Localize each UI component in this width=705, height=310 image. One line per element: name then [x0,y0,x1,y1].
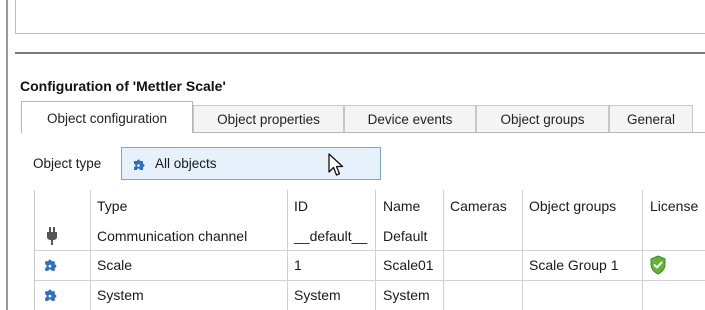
tab-bar: Object configuration Object properties D… [21,101,705,133]
left-border-line [6,0,8,310]
mouse-cursor-icon [328,153,344,176]
grid-row-divider [35,250,705,251]
row-type-scale[interactable]: Scale [97,257,132,273]
tab-general[interactable]: General [609,105,693,132]
top-panel [15,0,705,34]
column-header-name[interactable]: Name [383,198,420,214]
tab-device-events[interactable]: Device events [344,105,476,132]
shield-check-icon [649,255,667,280]
objects-grid: Type ID Name Cameras Object groups Licen… [34,190,705,310]
object-type-label: Object type [33,156,102,171]
tab-object-properties[interactable]: Object properties [193,105,344,132]
puzzle-icon [132,157,146,176]
row-id-scale[interactable]: 1 [294,257,302,273]
row-name-scale[interactable]: Scale01 [383,257,434,273]
column-header-id[interactable]: ID [294,198,308,214]
column-header-object-groups[interactable]: Object groups [529,198,616,214]
grid-row-divider [35,280,705,281]
column-header-cameras[interactable]: Cameras [450,198,507,214]
tab-object-configuration[interactable]: Object configuration [21,101,193,133]
row-name-system[interactable]: System [383,287,430,303]
puzzle-icon [43,287,58,307]
row-type-system[interactable]: System [97,287,144,303]
tab-object-groups[interactable]: Object groups [476,105,609,132]
row-object-groups-scale[interactable]: Scale Group 1 [529,257,619,273]
puzzle-icon [43,257,58,277]
plug-icon [45,227,59,250]
row-id-default[interactable]: __default__ [294,228,367,244]
row-type-communication-channel[interactable]: Communication channel [97,228,247,244]
row-id-system[interactable]: System [294,287,341,303]
column-header-license[interactable]: License [650,198,698,214]
column-header-type[interactable]: Type [97,198,127,214]
object-type-value: All objects [155,156,217,171]
config-title: Configuration of 'Mettler Scale' [20,78,226,94]
row-name-default[interactable]: Default [383,228,427,244]
panel-separator[interactable] [15,52,705,54]
